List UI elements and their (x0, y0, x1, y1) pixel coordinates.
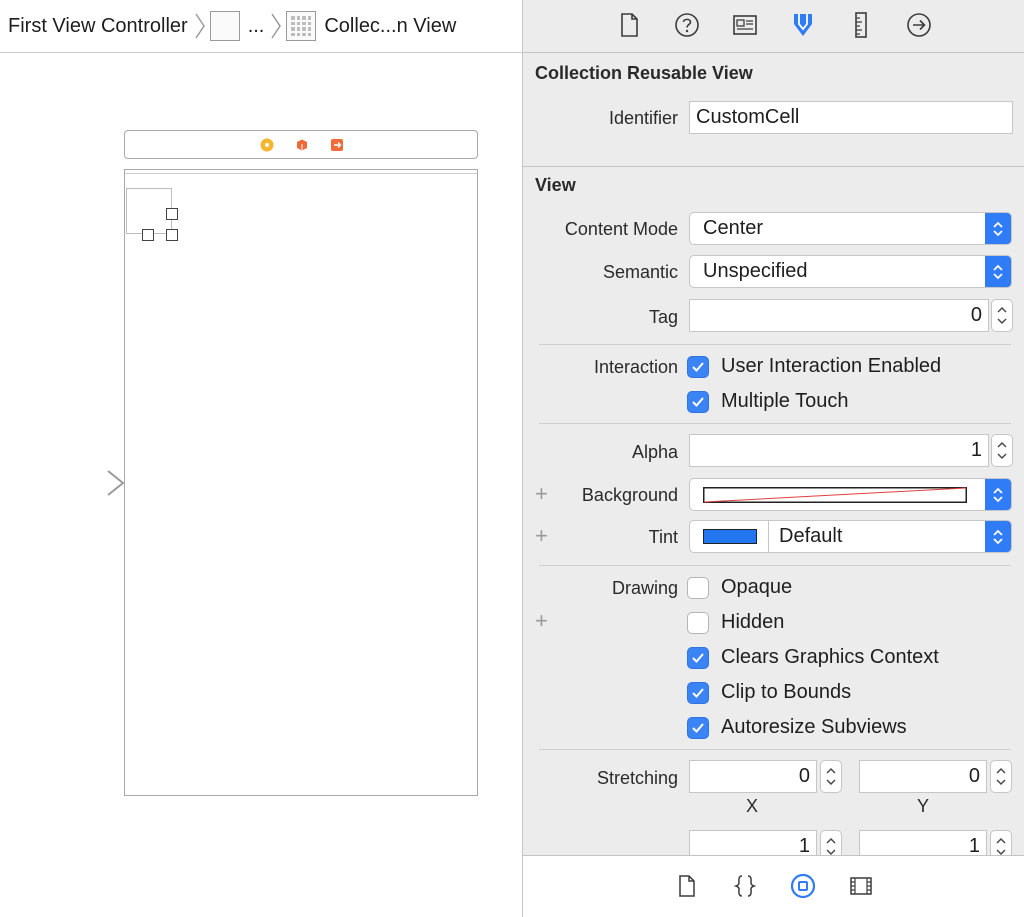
tint-color-popup[interactable]: Default (689, 520, 1012, 553)
popup-arrows-icon (985, 521, 1011, 552)
tint-label: Tint (648, 527, 678, 547)
autoresize-text: Autoresize Subviews (721, 716, 907, 738)
user-interaction-checkbox[interactable]: User Interaction Enabled (687, 355, 941, 378)
divider (539, 749, 1011, 750)
object-library-icon[interactable] (790, 873, 816, 899)
connections-inspector-icon[interactable] (904, 10, 934, 40)
content-mode-value: Center (703, 217, 764, 239)
scene-top-divider (125, 173, 477, 174)
media-library-icon[interactable] (848, 873, 874, 899)
checkbox-empty-icon (687, 576, 709, 599)
y-axis-label: Y (917, 796, 930, 816)
clear-color-swatch-icon (703, 486, 967, 503)
exit-icon[interactable] (330, 138, 344, 152)
clears-graphics-text: Clears Graphics Context (721, 646, 939, 668)
clip-to-bounds-text: Clip to Bounds (721, 681, 852, 703)
stretching-y-field[interactable]: 0 (859, 760, 987, 793)
tint-value: Default (779, 525, 843, 547)
breadcrumb-first-view-controller[interactable]: First View Controller (8, 15, 188, 38)
tint-color-swatch (703, 529, 757, 544)
drawing-label: Drawing (611, 578, 678, 598)
storyboard-canvas[interactable]: First View Controller ... Collec...n Vie… (0, 0, 522, 917)
background-color-popup[interactable] (689, 478, 1012, 511)
scene-view[interactable] (124, 169, 478, 796)
background-plus-button[interactable]: + (535, 481, 548, 507)
resize-handle[interactable] (142, 229, 154, 241)
checkmark-icon (687, 390, 709, 413)
identifier-label: Identifier (608, 108, 678, 128)
content-mode-label: Content Mode (564, 219, 678, 239)
first-responder-icon[interactable] (295, 138, 309, 152)
x-axis-label: X (746, 796, 759, 816)
hidden-plus-button[interactable]: + (535, 608, 548, 634)
stretching-label: Stretching (596, 768, 678, 788)
view-controller-icon[interactable] (260, 138, 274, 152)
hidden-checkbox[interactable]: Hidden (687, 611, 784, 634)
content-mode-popup[interactable]: Center (689, 212, 1012, 245)
clears-graphics-checkbox[interactable]: Clears Graphics Context (687, 646, 939, 669)
user-interaction-text: User Interaction Enabled (721, 355, 942, 377)
identity-inspector-icon[interactable] (730, 10, 760, 40)
checkmark-icon (687, 716, 709, 739)
breadcrumb: First View Controller ... Collec...n Vie… (0, 0, 522, 53)
code-snippet-library-icon[interactable] (732, 873, 758, 899)
size-inspector-icon[interactable] (846, 10, 876, 40)
tag-field[interactable]: 0 (689, 299, 989, 332)
inspector-pane: Collection Reusable View Identifier Cust… (522, 0, 1024, 917)
chevron-right-icon (271, 13, 282, 39)
tag-stepper[interactable] (991, 299, 1013, 332)
inspector-toolbar (523, 0, 1024, 53)
initial-view-controller-arrow-icon[interactable] (30, 468, 126, 498)
semantic-label: Semantic (602, 262, 678, 282)
divider (539, 423, 1011, 424)
chevron-right-icon (195, 13, 205, 39)
breadcrumb-ellipsis[interactable]: ... (248, 15, 265, 38)
view-icon[interactable] (209, 11, 240, 41)
attributes-inspector-icon[interactable] (788, 10, 818, 40)
popup-divider (768, 521, 769, 552)
popup-arrows-icon (985, 213, 1011, 244)
tint-plus-button[interactable]: + (535, 523, 548, 549)
alpha-field[interactable]: 1 (689, 434, 989, 467)
divider (539, 565, 1011, 566)
clip-to-bounds-checkbox[interactable]: Clip to Bounds (687, 681, 851, 704)
popup-arrows-icon (985, 256, 1011, 287)
alpha-stepper[interactable] (991, 434, 1013, 467)
file-template-library-icon[interactable] (674, 873, 700, 899)
quick-help-icon[interactable] (672, 10, 702, 40)
resize-handle[interactable] (166, 208, 178, 220)
hidden-text: Hidden (721, 611, 785, 633)
breadcrumb-collection-view[interactable]: Collec...n View (324, 15, 456, 38)
identifier-field[interactable]: CustomCell (689, 101, 1013, 134)
popup-arrows-icon (985, 479, 1011, 510)
background-label: Background (581, 485, 678, 505)
file-inspector-icon[interactable] (614, 10, 644, 40)
section-title-view: View (535, 175, 576, 195)
stretching-x-field[interactable]: 0 (689, 760, 817, 793)
checkmark-icon (687, 681, 709, 704)
resize-handle[interactable] (166, 229, 178, 241)
semantic-value: Unspecified (703, 260, 808, 282)
checkmark-icon (687, 646, 709, 669)
library-bar (523, 855, 1024, 917)
divider (539, 344, 1011, 345)
stretching-x-stepper[interactable] (820, 760, 842, 793)
opaque-text: Opaque (721, 576, 793, 598)
collection-view-icon[interactable] (286, 11, 317, 41)
stretching-y-stepper[interactable] (990, 760, 1012, 793)
multiple-touch-text: Multiple Touch (721, 390, 849, 412)
scene-dock (124, 130, 478, 159)
semantic-popup[interactable]: Unspecified (689, 255, 1012, 288)
alpha-label: Alpha (631, 442, 678, 462)
checkmark-icon (687, 355, 709, 378)
section-title-collection-reusable-view: Collection Reusable View (535, 63, 753, 83)
checkbox-empty-icon (687, 611, 709, 634)
section-divider (523, 166, 1024, 167)
interaction-label: Interaction (593, 357, 678, 377)
opaque-checkbox[interactable]: Opaque (687, 576, 792, 599)
multiple-touch-checkbox[interactable]: Multiple Touch (687, 390, 848, 413)
tag-label: Tag (648, 307, 678, 327)
autoresize-checkbox[interactable]: Autoresize Subviews (687, 716, 907, 739)
